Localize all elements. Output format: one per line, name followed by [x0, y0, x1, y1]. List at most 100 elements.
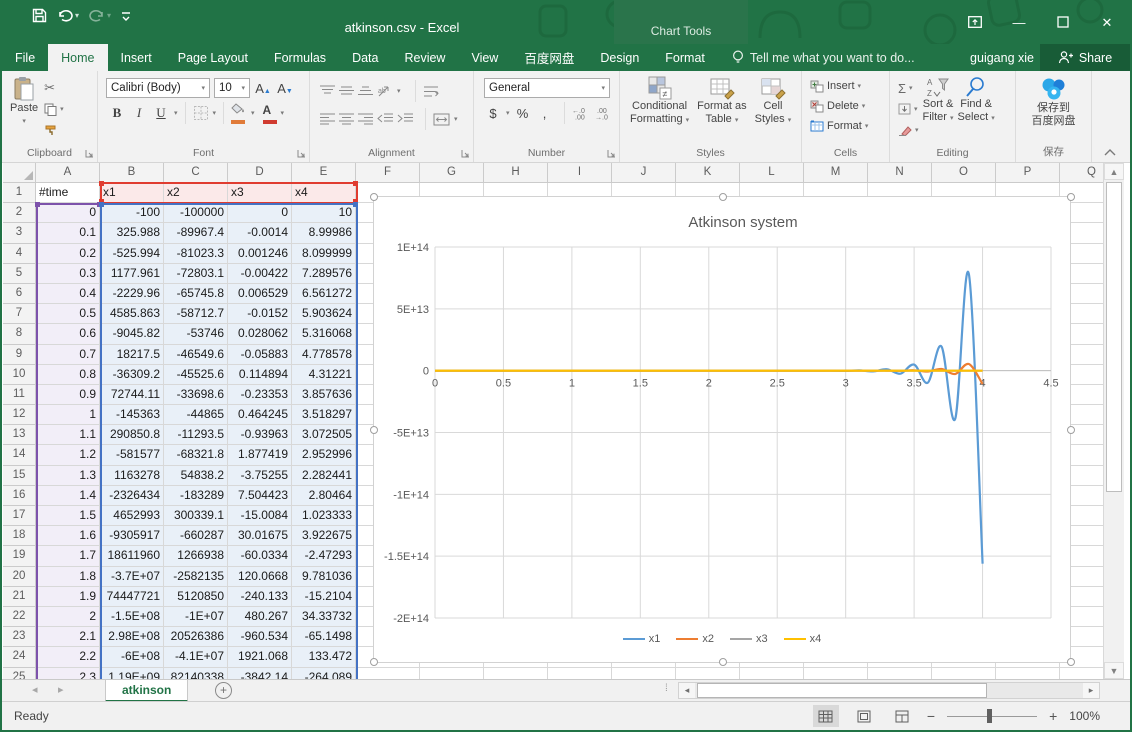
cell-E18[interactable]: 3.922675 [292, 526, 356, 546]
column-header-j[interactable]: J [612, 163, 676, 183]
font-color-dropdown-icon[interactable]: ▾ [281, 109, 285, 117]
scroll-down-button[interactable]: ▼ [1104, 662, 1124, 679]
chart-selection-handle[interactable] [370, 658, 378, 666]
autosum-dropdown-icon[interactable]: ▾ [909, 84, 913, 92]
row-header-17[interactable]: 17 [3, 506, 36, 526]
cell-E21[interactable]: -15.2104 [292, 587, 356, 607]
cell-B6[interactable]: -2229.96 [100, 284, 164, 304]
cell-B21[interactable]: 74447721 [100, 587, 164, 607]
chart-selection-handle[interactable] [1067, 426, 1075, 434]
align-center-button[interactable] [339, 113, 354, 125]
cell-A25[interactable]: 2.3 [36, 668, 100, 680]
borders-button[interactable] [193, 105, 209, 121]
cell-B3[interactable]: 325.988 [100, 223, 164, 243]
row-header-12[interactable]: 12 [3, 405, 36, 425]
maximize-button[interactable] [1048, 10, 1078, 36]
chart-selection-handle[interactable] [719, 193, 727, 201]
minimize-button[interactable]: — [1004, 10, 1034, 36]
user-account[interactable]: guigang xie [970, 44, 1034, 71]
next-sheet-button[interactable]: ▸ [58, 680, 64, 701]
row-header-5[interactable]: 5 [3, 264, 36, 284]
autosum-button[interactable]: Σ ▾ [898, 78, 919, 98]
cell-D13[interactable]: -0.93963 [228, 425, 292, 445]
cell-D14[interactable]: 1.877419 [228, 445, 292, 465]
column-header-h[interactable]: H [484, 163, 548, 183]
cell-D16[interactable]: 7.504423 [228, 486, 292, 506]
ribbon-tab-百度网盘[interactable]: 百度网盘 [511, 44, 587, 71]
cell-B8[interactable]: -9045.82 [100, 324, 164, 344]
font-dialog-launcher[interactable] [297, 149, 306, 158]
vertical-scrollbar[interactable]: ▲ ▼ [1103, 163, 1124, 679]
cell-D11[interactable]: -0.23353 [228, 385, 292, 405]
zoom-in-button[interactable]: + [1049, 708, 1057, 724]
cell-A23[interactable]: 2.1 [36, 627, 100, 647]
ribbon-tab-home[interactable]: Home [48, 44, 107, 71]
comma-style-button[interactable]: , [536, 106, 554, 121]
number-dialog-launcher[interactable] [607, 149, 616, 158]
zoom-out-button[interactable]: − [927, 708, 935, 724]
cell-D10[interactable]: 0.114894 [228, 365, 292, 385]
increase-font-size-button[interactable]: A▲ [254, 81, 272, 96]
cell-C6[interactable]: -65745.8 [164, 284, 228, 304]
page-break-preview-button[interactable] [889, 705, 915, 727]
cell-A21[interactable]: 1.9 [36, 587, 100, 607]
cell-E5[interactable]: 7.289576 [292, 264, 356, 284]
collapse-ribbon-button[interactable] [1104, 148, 1116, 156]
column-header-d[interactable]: D [228, 163, 292, 183]
delete-cells-button[interactable]: Delete ▾ [810, 96, 889, 116]
share-button[interactable]: Share [1040, 44, 1130, 71]
row-header-10[interactable]: 10 [3, 365, 36, 385]
cell-D5[interactable]: -0.00422 [228, 264, 292, 284]
sheet-tab-atkinson[interactable]: atkinson [105, 680, 188, 702]
cell-C20[interactable]: -2582135 [164, 567, 228, 587]
row-header-4[interactable]: 4 [3, 244, 36, 264]
save-button[interactable] [32, 8, 47, 23]
previous-sheet-button[interactable]: ◂ [32, 680, 38, 701]
row-header-7[interactable]: 7 [3, 304, 36, 324]
cell-C24[interactable]: -4.1E+07 [164, 647, 228, 667]
cell-E15[interactable]: 2.282441 [292, 466, 356, 486]
cell-E17[interactable]: 1.023333 [292, 506, 356, 526]
row-header-13[interactable]: 13 [3, 425, 36, 445]
ribbon-tab-insert[interactable]: Insert [108, 44, 165, 71]
cell-C2[interactable]: -100000 [164, 203, 228, 223]
zoom-slider-thumb[interactable] [987, 709, 992, 723]
column-header-o[interactable]: O [932, 163, 996, 183]
close-button[interactable]: ✕ [1092, 10, 1122, 36]
cell-E6[interactable]: 6.561272 [292, 284, 356, 304]
cell-J25[interactable] [612, 668, 676, 680]
cell-E8[interactable]: 5.316068 [292, 324, 356, 344]
chart-selection-handle[interactable] [1067, 193, 1075, 201]
format-cells-button[interactable]: Format ▾ [810, 116, 889, 136]
row-header-20[interactable]: 20 [3, 567, 36, 587]
clear-button[interactable]: ▾ [898, 120, 919, 140]
cell-D20[interactable]: 120.0668 [228, 567, 292, 587]
cell-B24[interactable]: -6E+08 [100, 647, 164, 667]
vertical-scrollbar-thumb[interactable] [1106, 182, 1122, 492]
cell-C14[interactable]: -68321.8 [164, 445, 228, 465]
row-header-23[interactable]: 23 [3, 627, 36, 647]
accounting-dropdown-icon[interactable]: ▾ [506, 109, 510, 117]
paste-button[interactable]: Paste ▾ [10, 76, 38, 140]
scroll-up-button[interactable]: ▲ [1104, 163, 1124, 180]
cell-B25[interactable]: 1.19E+09 [100, 668, 164, 680]
redo-button[interactable]: ▾ [89, 9, 111, 22]
horizontal-scrollbar-thumb[interactable] [697, 683, 987, 698]
cell-E10[interactable]: 4.31221 [292, 365, 356, 385]
cell-A5[interactable]: 0.3 [36, 264, 100, 284]
column-header-i[interactable]: I [548, 163, 612, 183]
save-to-baidu-button[interactable]: 保存到 百度网盘 [1016, 76, 1091, 128]
column-header-b[interactable]: B [100, 163, 164, 183]
cell-E12[interactable]: 3.518297 [292, 405, 356, 425]
borders-dropdown-icon[interactable]: ▾ [213, 109, 217, 117]
number-format-select[interactable]: General▾ [484, 78, 610, 98]
fill-color-button[interactable] [231, 101, 247, 124]
copy-button[interactable]: ▾ [44, 99, 64, 119]
cell-B13[interactable]: 290850.8 [100, 425, 164, 445]
cell-M25[interactable] [804, 668, 868, 680]
ribbon-tab-data[interactable]: Data [339, 44, 391, 71]
middle-align-button[interactable] [339, 85, 354, 97]
cell-D12[interactable]: 0.464245 [228, 405, 292, 425]
cell-A15[interactable]: 1.3 [36, 466, 100, 486]
cell-E1[interactable]: x4 [292, 183, 356, 203]
